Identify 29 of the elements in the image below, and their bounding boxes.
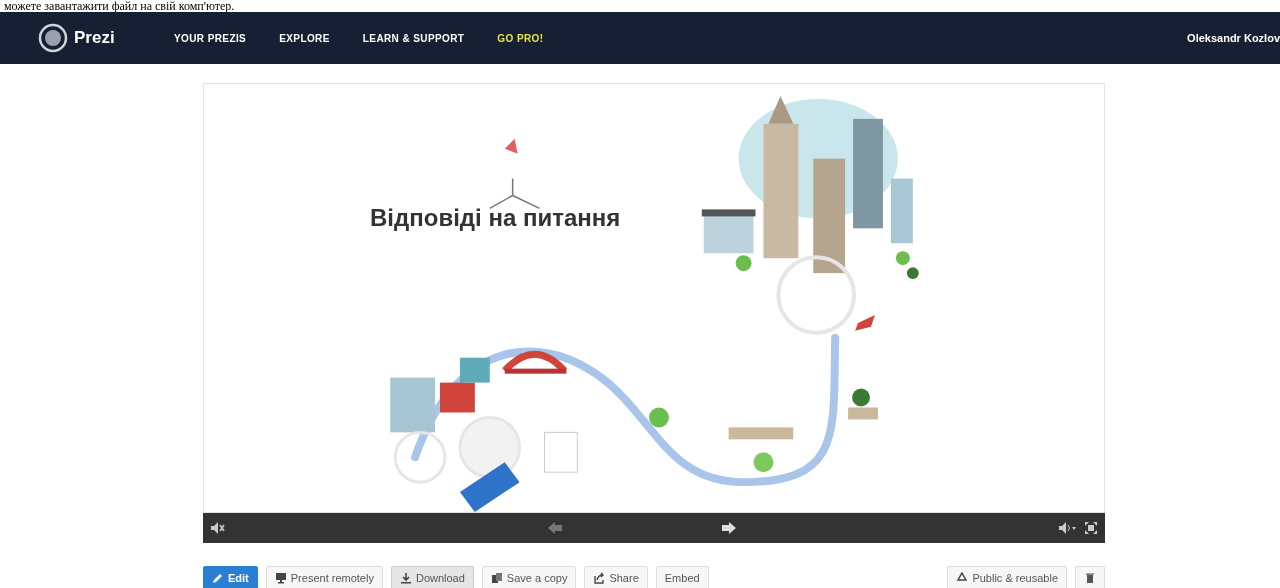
previous-arrow-icon[interactable] bbox=[548, 522, 562, 534]
trash-icon bbox=[1084, 572, 1096, 584]
delete-button[interactable] bbox=[1075, 566, 1105, 588]
action-button[interactable]: Share bbox=[584, 566, 648, 588]
nav-link[interactable]: LEARN & SUPPORT bbox=[362, 32, 465, 44]
download-icon bbox=[399, 572, 412, 584]
slide-title: Відповіді на питання bbox=[370, 204, 621, 232]
triangle-icon bbox=[956, 572, 969, 584]
fullscreen-icon[interactable] bbox=[1085, 522, 1097, 534]
nav-link[interactable]: EXPLORE bbox=[279, 32, 330, 44]
action-button[interactable]: Save a copy bbox=[481, 566, 577, 588]
action-button[interactable]: Download bbox=[390, 566, 474, 588]
mute-icon[interactable] bbox=[211, 522, 225, 534]
heading-text: можете завантажити файл на свій комп'ютер. bbox=[3, 0, 235, 12]
user-name-link[interactable]: Oleksandr Kozlov bbox=[1187, 32, 1280, 44]
nav-link[interactable]: YOUR PREZIS bbox=[174, 32, 247, 44]
upgrade-link[interactable]: GO PRO! bbox=[497, 32, 544, 44]
next-arrow-icon[interactable] bbox=[722, 522, 736, 534]
action-button[interactable]: Embed bbox=[655, 566, 709, 588]
share-icon bbox=[593, 572, 606, 584]
copy-icon bbox=[490, 572, 503, 584]
monitor-icon bbox=[274, 572, 287, 584]
pencil-icon bbox=[212, 572, 224, 584]
logo-text[interactable]: Prezi bbox=[74, 28, 115, 48]
action-button[interactable]: Edit bbox=[203, 566, 258, 588]
logo-icon[interactable] bbox=[38, 23, 68, 53]
visibility-button[interactable]: Public & reusable bbox=[947, 566, 1067, 588]
autoplay-icon[interactable] bbox=[1059, 522, 1077, 534]
action-button[interactable]: Present remotely bbox=[265, 566, 383, 588]
